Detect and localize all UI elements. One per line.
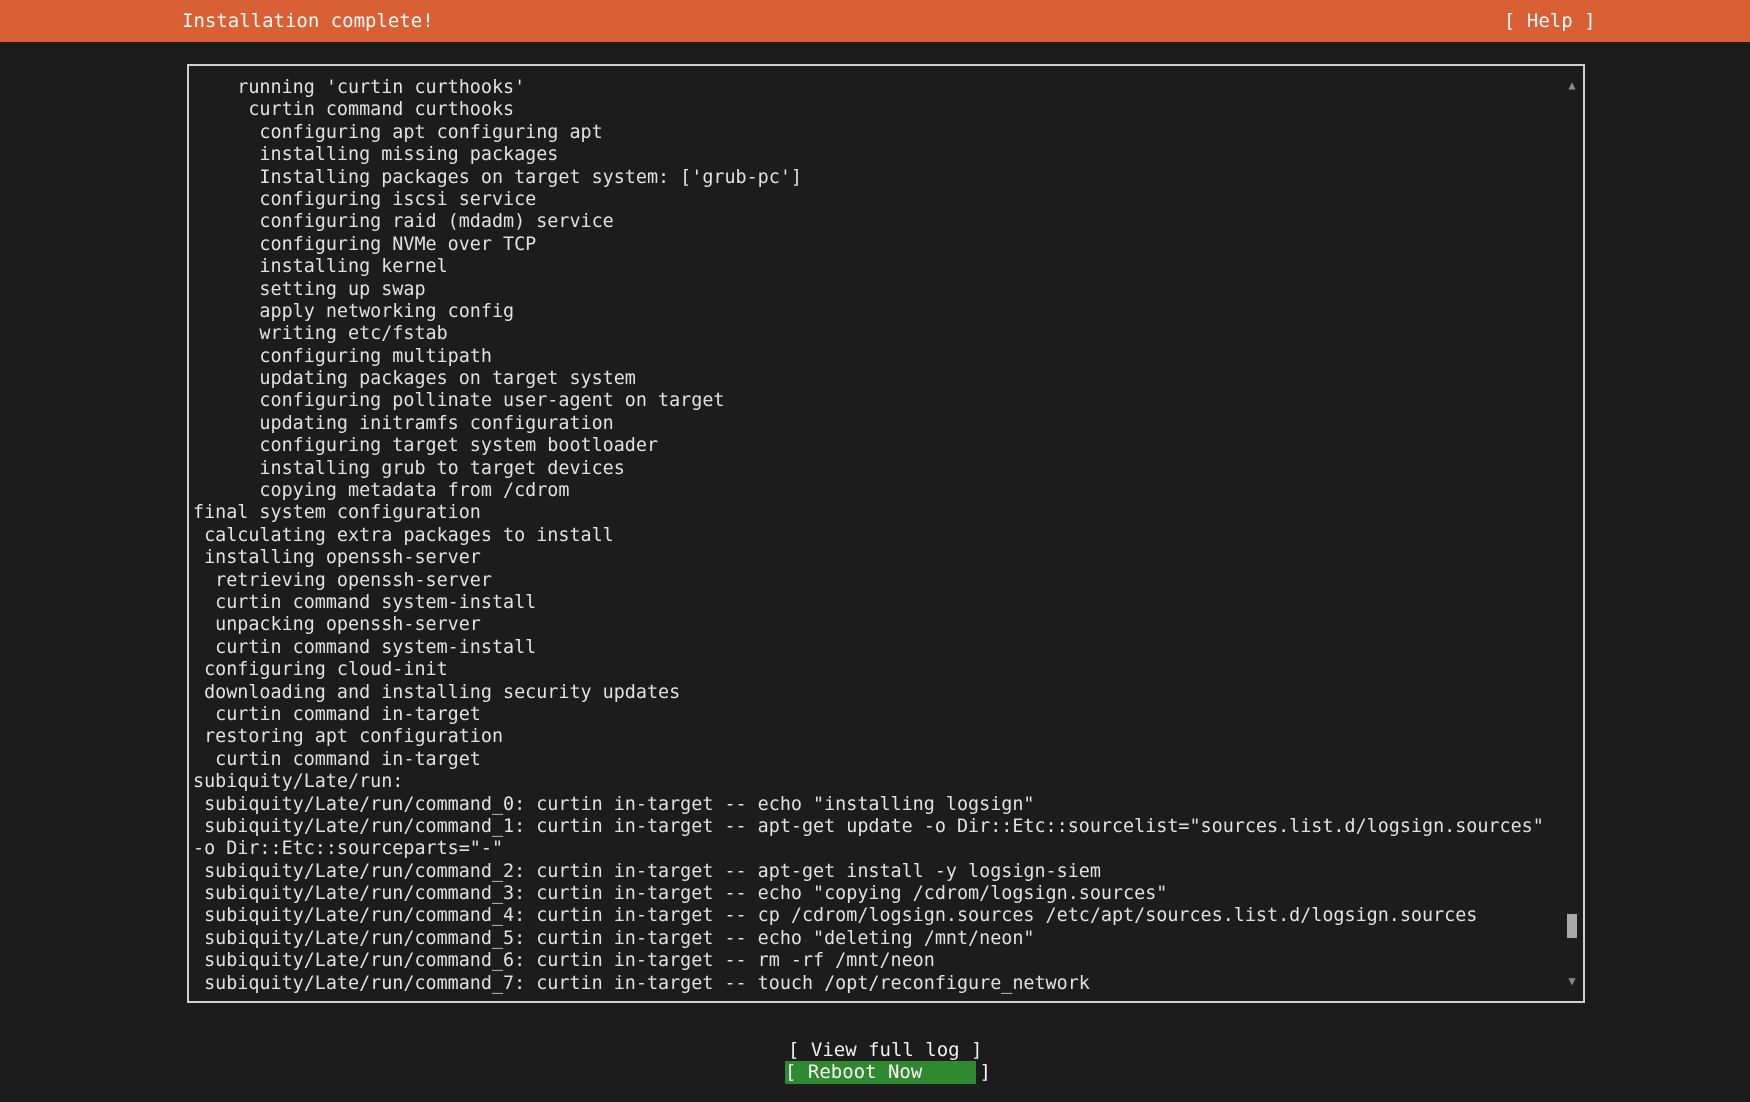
log-line: subiquity/Late/run/command_4: curtin in-…	[193, 905, 1478, 927]
log-line: configuring pollinate user-agent on targ…	[193, 390, 725, 412]
log-lines: running 'curtin curthooks' curtin comman…	[193, 77, 1563, 995]
help-button[interactable]: [ Help ]	[1504, 9, 1596, 33]
log-line: subiquity/Late/run/command_3: curtin in-…	[193, 883, 1168, 905]
log-line: curtin command system-install	[193, 591, 537, 613]
log-line: configuring target system bootloader	[193, 435, 659, 457]
log-line: configuring apt configuring apt	[193, 121, 603, 143]
log-line: retrieving openssh-server	[193, 569, 492, 591]
log-line: configuring raid (mdadm) service	[193, 211, 614, 233]
log-line: restoring apt configuration	[193, 726, 504, 748]
log-line: apply networking config	[193, 300, 515, 322]
log-line: subiquity/Late/run/command_7: curtin in-…	[193, 972, 1090, 994]
scroll-down-arrow-icon[interactable]: ▼	[1565, 974, 1579, 988]
log-line: copying metadata from /cdrom	[193, 480, 570, 502]
reboot-now-button[interactable]: [ Reboot Now ]	[785, 1061, 991, 1084]
log-line: installing grub to target devices	[193, 457, 625, 479]
log-line: calculating extra packages to install	[193, 524, 614, 546]
log-line: running 'curtin curthooks'	[193, 77, 526, 98]
log-line: subiquity/Late/run/command_5: curtin in-…	[193, 927, 1035, 949]
log-line: subiquity/Late/run:	[193, 771, 404, 793]
log-line: unpacking openssh-server	[193, 614, 481, 636]
log-line: curtin command in-target	[193, 703, 481, 725]
page-title: Installation complete!	[182, 10, 434, 32]
scroll-thumb[interactable]	[1567, 913, 1577, 938]
log-line: Installing packages on target system: ['…	[193, 166, 802, 188]
log-line: subiquity/Late/run/command_1: curtin in-…	[193, 815, 1544, 837]
log-line: configuring cloud-init	[193, 659, 448, 681]
log-line: curtin command curthooks	[193, 99, 515, 121]
log-line: curtin command system-install	[193, 636, 537, 658]
log-line: installing missing packages	[193, 144, 559, 166]
scroll-up-arrow-icon[interactable]: ▲	[1565, 78, 1579, 92]
log-line: final system configuration	[193, 502, 481, 524]
log-line: configuring NVMe over TCP	[193, 233, 537, 255]
log-line: downloading and installing security upda…	[193, 681, 681, 703]
log-line: subiquity/Late/run/command_2: curtin in-…	[193, 860, 1101, 882]
log-scrollbar[interactable]: ▲ ▼	[1565, 78, 1579, 988]
log-line: subiquity/Late/run/command_6: curtin in-…	[193, 950, 935, 972]
log-line: subiquity/Late/run/command_0: curtin in-…	[193, 793, 1035, 815]
log-line: -o Dir::Etc::sourceparts="-"	[193, 838, 504, 860]
log-line: configuring iscsi service	[193, 188, 537, 210]
log-line: curtin command in-target	[193, 748, 481, 770]
log-line: updating initramfs configuration	[193, 412, 614, 434]
view-full-log-button[interactable]: [ View full log ]	[788, 1039, 982, 1061]
log-line: installing kernel	[193, 256, 448, 278]
header-bar: Installation complete! [ Help ]	[0, 0, 1750, 42]
install-log-panel[interactable]: running 'curtin curthooks' curtin comman…	[187, 64, 1585, 1003]
log-line: configuring multipath	[193, 345, 492, 367]
log-line: writing etc/fstab	[193, 323, 448, 345]
log-line: installing openssh-server	[193, 547, 481, 569]
log-line: setting up swap	[193, 278, 426, 300]
log-line: updating packages on target system	[193, 368, 636, 390]
